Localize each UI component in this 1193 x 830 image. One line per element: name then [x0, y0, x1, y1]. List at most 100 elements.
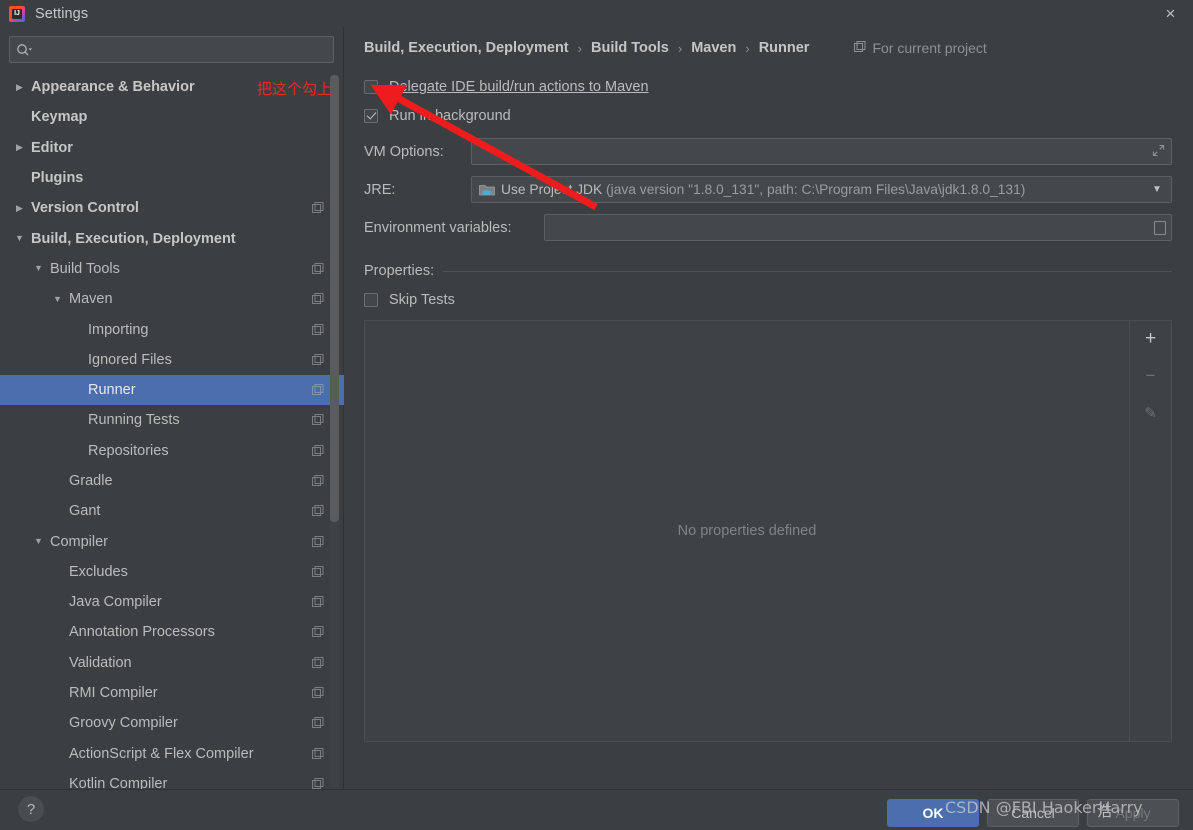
vm-options-label: VM Options:	[364, 143, 444, 160]
sidebar-item-label: Excludes	[69, 563, 128, 580]
properties-empty-message: No properties defined	[677, 523, 817, 539]
help-button[interactable]: ?	[18, 796, 44, 822]
sidebar-item-label: Build Tools	[50, 260, 120, 277]
env-vars-input[interactable]	[544, 214, 1172, 241]
breadcrumb: Build, Execution, Deployment › Build Too…	[345, 27, 1193, 56]
run-in-background-checkbox[interactable]	[364, 108, 378, 123]
project-scope-icon	[312, 293, 324, 305]
sidebar-item-label: Importing	[88, 321, 149, 338]
sidebar-item-rmi-compiler[interactable]: RMI Compiler	[0, 678, 344, 708]
sidebar-item-ignored-files[interactable]: Ignored Files	[0, 345, 344, 375]
sidebar-item-label: Runner	[88, 382, 136, 399]
sidebar-item-maven[interactable]: ▼ Maven	[0, 284, 344, 314]
project-scope-icon	[312, 626, 324, 638]
jre-value: Use Project JDK (java version "1.8.0_131…	[501, 182, 1147, 197]
sidebar-item-label: Running Tests	[88, 412, 180, 429]
sidebar-item-label: Keymap	[31, 109, 88, 126]
sidebar-item-validation[interactable]: Validation	[0, 648, 344, 678]
project-scope-icon	[312, 505, 324, 517]
sidebar-item-label: Version Control	[31, 200, 139, 217]
chevron-right-icon[interactable]: ▶	[13, 82, 26, 92]
expand-icon[interactable]	[1152, 144, 1165, 160]
csdn-watermark: CSDN @FBI HaokerHarry 浩	[945, 798, 1143, 820]
background-checkbox-row: Run in background	[364, 104, 1172, 127]
sidebar-item-kotlin-compiler[interactable]: Kotlin Compiler	[0, 769, 344, 789]
sidebar-item-gradle[interactable]: Gradle	[0, 466, 344, 496]
sidebar-item-version-control[interactable]: ▶ Version Control	[0, 193, 344, 223]
project-scope-icon	[312, 565, 324, 577]
delegate-ide-build-checkbox[interactable]	[364, 79, 378, 94]
skip-tests-label: Skip Tests	[389, 291, 455, 308]
sidebar-item-importing[interactable]: Importing	[0, 314, 344, 344]
browse-icon[interactable]	[1154, 220, 1166, 235]
sidebar-item-runner[interactable]: Runner	[0, 374, 344, 406]
chevron-down-icon[interactable]: ▼	[51, 294, 64, 304]
search-box[interactable]	[9, 36, 334, 63]
chevron-down-icon[interactable]: ▼	[1147, 184, 1167, 195]
sidebar-scrollbar[interactable]	[330, 75, 339, 787]
skip-tests-checkbox[interactable]	[364, 292, 378, 307]
run-in-background-label: Run in background	[389, 107, 511, 124]
breadcrumb-item-2[interactable]: Maven	[691, 40, 736, 56]
sidebar-item-annotation-processors[interactable]: Annotation Processors	[0, 617, 344, 647]
properties-table: No properties defined + − ✎	[364, 320, 1172, 742]
sidebar-item-label: Build, Execution, Deployment	[31, 230, 236, 247]
sidebar-item-actionscript-flex-compiler[interactable]: ActionScript & Flex Compiler	[0, 739, 344, 769]
sidebar-item-keymap[interactable]: Keymap	[0, 102, 344, 132]
sidebar-item-label: Plugins	[31, 170, 84, 187]
search-icon	[16, 43, 33, 57]
project-scope-icon	[312, 777, 324, 789]
properties-section-title: Properties:	[364, 263, 435, 279]
sidebar-item-gant[interactable]: Gant	[0, 496, 344, 526]
breadcrumb-separator: ›	[745, 40, 750, 56]
sidebar-item-label: Kotlin Compiler	[69, 775, 168, 789]
sidebar-item-compiler[interactable]: ▼ Compiler	[0, 526, 344, 556]
sidebar-item-label: Maven	[69, 291, 113, 308]
edit-property-button: ✎	[1144, 405, 1157, 422]
search-input[interactable]	[33, 42, 327, 57]
project-scope-icon	[312, 656, 324, 668]
sidebar-item-excludes[interactable]: Excludes	[0, 557, 344, 587]
project-scope-icon	[312, 475, 324, 486]
project-scope-icon	[312, 687, 324, 699]
project-scope-note: For current project	[854, 40, 987, 56]
window-title: Settings	[35, 5, 89, 22]
sidebar-item-repositories[interactable]: Repositories	[0, 436, 344, 466]
sidebar-scrollbar-thumb[interactable]	[330, 75, 339, 522]
sidebar-item-groovy-compiler[interactable]: Groovy Compiler	[0, 708, 344, 738]
properties-section-header: Properties:	[364, 263, 1172, 279]
breadcrumb-item-1[interactable]: Build Tools	[591, 40, 669, 56]
chevron-right-icon[interactable]: ▶	[13, 143, 26, 152]
sidebar-item-label: Gant	[69, 503, 101, 520]
add-property-button[interactable]: +	[1138, 328, 1164, 350]
chevron-down-icon[interactable]: ▼	[32, 537, 45, 546]
project-scope-icon	[312, 202, 324, 214]
sidebar-item-label: Compiler	[50, 533, 109, 550]
project-scope-icon	[854, 40, 866, 56]
env-vars-label: Environment variables:	[364, 219, 512, 236]
sidebar-item-label: ActionScript & Flex Compiler	[69, 745, 254, 762]
sidebar-item-running-tests[interactable]: Running Tests	[0, 405, 344, 435]
sidebar-item-label: Editor	[31, 139, 73, 156]
project-scope-icon	[312, 323, 324, 335]
vm-options-input[interactable]	[471, 138, 1172, 165]
project-scope-icon	[312, 384, 324, 396]
chevron-down-icon[interactable]: ▼	[13, 234, 26, 243]
sidebar-item-build-tools[interactable]: ▼ Build Tools	[0, 254, 344, 284]
chevron-right-icon[interactable]: ▶	[13, 203, 26, 213]
project-scope-icon	[312, 262, 324, 274]
folder-jdk-icon	[479, 183, 495, 197]
search-container	[0, 27, 343, 63]
close-icon[interactable]: ×	[1148, 0, 1193, 27]
sidebar-item-java-compiler[interactable]: Java Compiler	[0, 587, 344, 617]
vm-options-row: VM Options:	[364, 138, 1172, 165]
sidebar-item-plugins[interactable]: Plugins	[0, 163, 344, 193]
skip-tests-row: Skip Tests	[364, 288, 1172, 311]
breadcrumb-item-3[interactable]: Runner	[759, 40, 810, 56]
settings-dialog: Settings × ▶Appearance & BehaviorKeymap▶…	[0, 0, 1193, 830]
chevron-down-icon[interactable]: ▼	[32, 264, 45, 273]
sidebar-item-editor[interactable]: ▶ Editor	[0, 133, 344, 163]
jre-dropdown[interactable]: Use Project JDK (java version "1.8.0_131…	[471, 176, 1172, 203]
breadcrumb-item-0[interactable]: Build, Execution, Deployment	[364, 40, 569, 56]
sidebar-item-build-execution-deployment[interactable]: ▼ Build, Execution, Deployment	[0, 223, 344, 253]
